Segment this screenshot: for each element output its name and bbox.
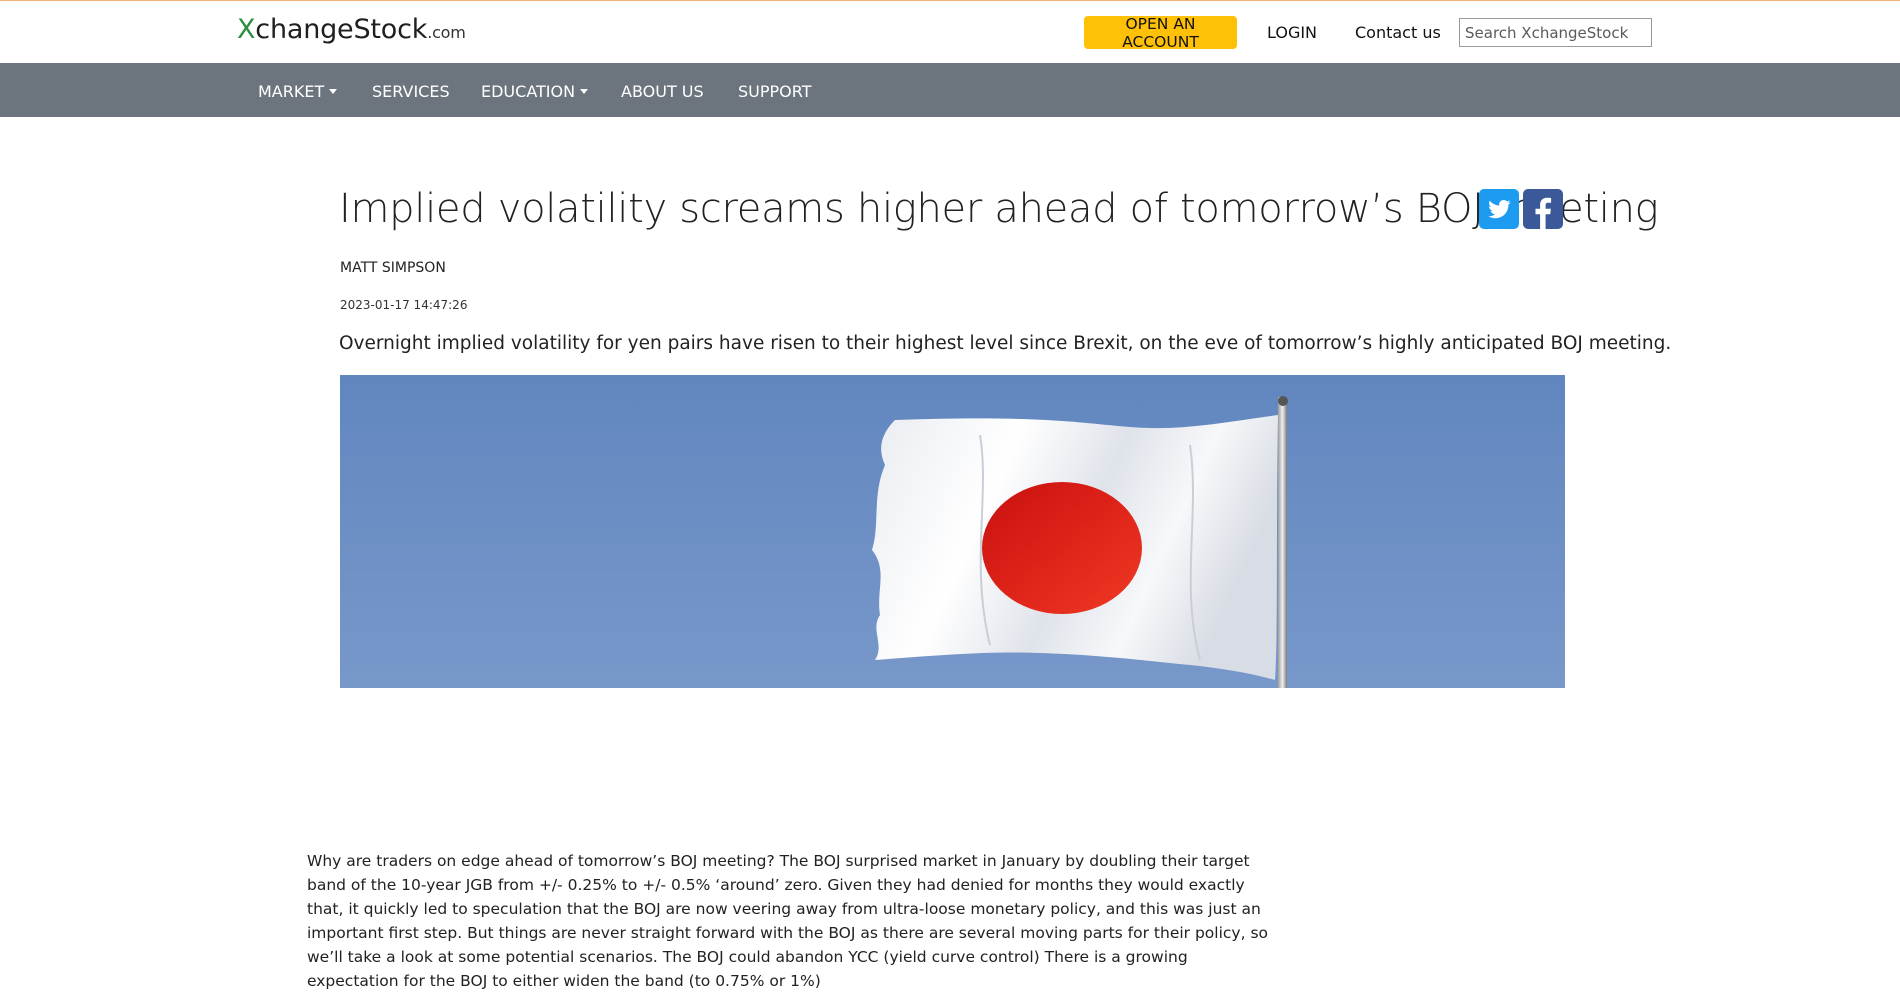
twitter-icon [1488, 200, 1511, 219]
nav-item-label: MARKET [258, 82, 325, 101]
facebook-icon [1535, 197, 1552, 229]
twitter-share-button[interactable] [1479, 189, 1519, 229]
article-author: MATT SIMPSON [340, 260, 446, 276]
nav-item-label: SUPPORT [738, 82, 812, 101]
open-account-button[interactable]: OPEN AN ACCOUNT [1084, 15, 1237, 51]
article-title: Implied volatility screams higher ahead … [339, 186, 1659, 232]
logo-tld: .com [427, 23, 466, 42]
nav-item-services[interactable]: SERVICES [372, 82, 450, 101]
japan-flag-image [340, 375, 1565, 688]
nav-item-market[interactable]: MARKET [258, 82, 338, 101]
logo-x: X [237, 14, 256, 45]
login-link[interactable]: LOGIN [1267, 23, 1317, 42]
caret-down-icon [580, 89, 589, 94]
nav-item-about-us[interactable]: ABOUT US [621, 82, 704, 101]
article-hero-image [340, 375, 1565, 688]
search-input[interactable] [1459, 18, 1652, 47]
contact-link[interactable]: Contact us [1355, 23, 1441, 42]
nav-item-label: ABOUT US [621, 82, 704, 101]
article-body: Why are traders on edge ahead of tomorro… [307, 852, 1268, 990]
caret-down-icon [329, 89, 338, 94]
nav-item-label: EDUCATION [481, 82, 576, 101]
logo-name: changeStock [255, 14, 428, 45]
article-date: 2023-01-17 14:47:26 [340, 298, 468, 312]
site-logo[interactable]: XchangeStock.com [237, 14, 466, 45]
site-header: XchangeStock.com OPEN AN ACCOUNT LOGIN C… [0, 1, 1900, 63]
nav-item-education[interactable]: EDUCATION [481, 82, 589, 101]
nav-item-support[interactable]: SUPPORT [738, 82, 811, 101]
main-nav: MARKET SERVICES EDUCATION ABOUT US SUPPO… [0, 63, 1900, 117]
facebook-share-button[interactable] [1523, 189, 1563, 229]
article-lede: Overnight implied volatility for yen pai… [339, 333, 1672, 354]
nav-item-label: SERVICES [372, 82, 450, 101]
